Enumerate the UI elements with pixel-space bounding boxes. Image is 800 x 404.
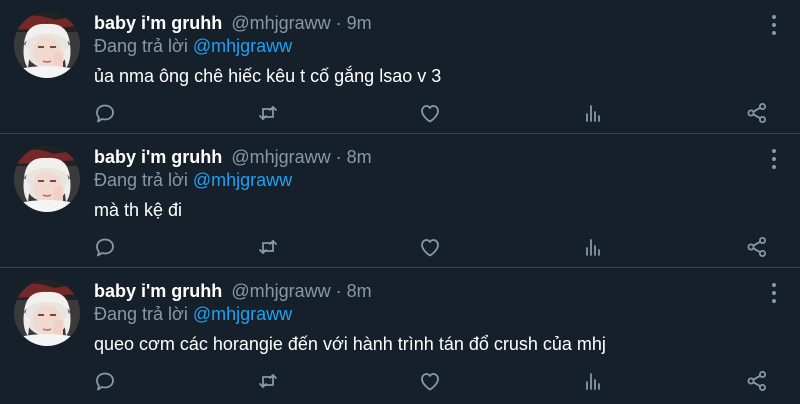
- more-vertical-icon[interactable]: [770, 148, 778, 170]
- avatar-image: [14, 280, 80, 346]
- display-name[interactable]: baby i'm gruhh: [94, 13, 222, 33]
- tweet-actions: [0, 101, 800, 127]
- avatar-image: [14, 146, 80, 212]
- avatar[interactable]: [14, 146, 80, 212]
- stats-icon[interactable]: [581, 101, 605, 125]
- stats-icon[interactable]: [581, 235, 605, 259]
- more-vertical-icon[interactable]: [770, 14, 778, 36]
- tweet-header: baby i'm gruhh @mhjgraww · 8m: [94, 280, 372, 302]
- retweet-icon[interactable]: [256, 235, 280, 259]
- separator-dot: ·: [335, 281, 342, 301]
- timestamp[interactable]: 8m: [347, 147, 372, 167]
- replying-to-label: Đang trả lời: [94, 170, 193, 190]
- replying-to-label: Đang trả lời: [94, 304, 193, 324]
- share-icon[interactable]: [745, 235, 769, 259]
- tweet[interactable]: baby i'm gruhh @mhjgraww · 8m Đang trả l…: [0, 268, 800, 404]
- avatar-image: [14, 12, 80, 78]
- user-handle[interactable]: @mhjgraww: [231, 281, 330, 301]
- reply-icon[interactable]: [93, 235, 117, 259]
- replying-to: Đang trả lời @mhjgraww: [94, 169, 292, 191]
- display-name[interactable]: baby i'm gruhh: [94, 281, 222, 301]
- replying-to-mention[interactable]: @mhjgraww: [193, 170, 292, 190]
- tweet-header: baby i'm gruhh @mhjgraww · 8m: [94, 146, 372, 168]
- retweet-icon[interactable]: [256, 369, 280, 393]
- tweet-text: queo cơm các horangie đến với hành trình…: [94, 334, 606, 354]
- replying-to: Đang trả lời @mhjgraww: [94, 35, 292, 57]
- heart-icon[interactable]: [418, 235, 442, 259]
- avatar[interactable]: [14, 12, 80, 78]
- share-icon[interactable]: [745, 369, 769, 393]
- avatar[interactable]: [14, 280, 80, 346]
- tweet-actions: [0, 235, 800, 261]
- replying-to-label: Đang trả lời: [94, 36, 193, 56]
- reply-icon[interactable]: [93, 369, 117, 393]
- tweet-header: baby i'm gruhh @mhjgraww · 9m: [94, 12, 372, 34]
- tweet-actions: [0, 369, 800, 395]
- user-handle[interactable]: @mhjgraww: [231, 13, 330, 33]
- more-vertical-icon[interactable]: [770, 282, 778, 304]
- separator-dot: ·: [335, 13, 342, 33]
- timestamp[interactable]: 8m: [347, 281, 372, 301]
- tweet[interactable]: baby i'm gruhh @mhjgraww · 9m Đang trả l…: [0, 0, 800, 134]
- replying-to-mention[interactable]: @mhjgraww: [193, 304, 292, 324]
- reply-icon[interactable]: [93, 101, 117, 125]
- user-handle[interactable]: @mhjgraww: [231, 147, 330, 167]
- tweet-text: mà th kệ đi: [94, 200, 183, 220]
- timestamp[interactable]: 9m: [347, 13, 372, 33]
- retweet-icon[interactable]: [256, 101, 280, 125]
- replying-to-mention[interactable]: @mhjgraww: [193, 36, 292, 56]
- heart-icon[interactable]: [418, 369, 442, 393]
- heart-icon[interactable]: [418, 101, 442, 125]
- tweet-text: ủa nma ông chê hiếc kêu t cố gắng lsao v…: [94, 66, 442, 86]
- display-name[interactable]: baby i'm gruhh: [94, 147, 222, 167]
- tweet[interactable]: baby i'm gruhh @mhjgraww · 8m Đang trả l…: [0, 134, 800, 268]
- stats-icon[interactable]: [581, 369, 605, 393]
- replying-to: Đang trả lời @mhjgraww: [94, 303, 292, 325]
- share-icon[interactable]: [745, 101, 769, 125]
- separator-dot: ·: [335, 147, 342, 167]
